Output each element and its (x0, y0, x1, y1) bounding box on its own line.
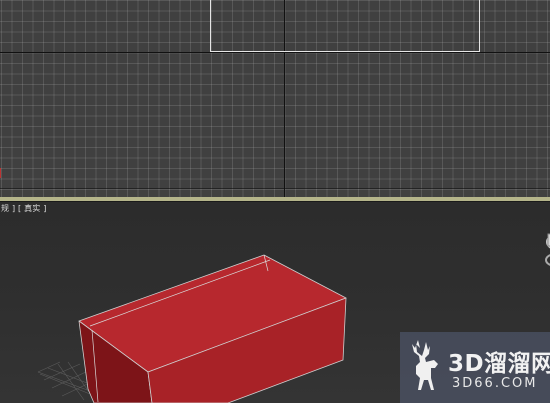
selection-rectangle[interactable] (210, 0, 480, 52)
grid-axis-lower (0, 188, 550, 189)
box-object (78, 254, 347, 403)
grid-axis-horizontal (0, 52, 550, 53)
max-viewports: 规 ] [ 真实 ] 3D溜溜网 3D66.COM (0, 0, 550, 403)
deer-logo-icon (412, 340, 438, 390)
watermark-url: 3D66.COM (452, 376, 538, 391)
watermark: 3D溜溜网 3D66.COM (400, 332, 550, 403)
viewcube[interactable] (536, 230, 550, 270)
top-viewport[interactable] (0, 0, 550, 197)
axis-tripod-mark (0, 168, 9, 178)
watermark-title: 3D溜溜网 (448, 351, 550, 377)
